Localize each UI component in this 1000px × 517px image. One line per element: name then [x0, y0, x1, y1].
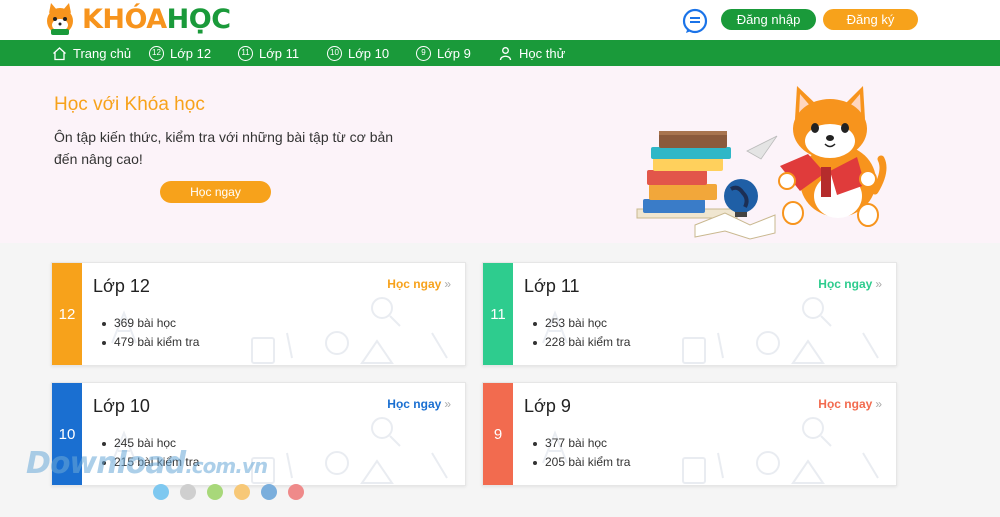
card-title: Lớp 11 [524, 276, 580, 296]
grade-card-12[interactable]: 12 Lớp 12 Học ngay» 369 bài học 479 bài … [51, 262, 466, 366]
nav-item-grade-9[interactable]: 9 Lớp 9 [416, 40, 471, 66]
double-chevron-right-icon: » [444, 397, 451, 411]
double-chevron-right-icon: » [875, 277, 882, 291]
dot [153, 484, 169, 500]
hero-description: Ôn tập kiến thức, kiểm tra với những bài… [54, 129, 394, 167]
double-chevron-right-icon: » [875, 397, 882, 411]
card-start-link[interactable]: Học ngay» [818, 397, 882, 411]
grade-12-icon: 12 [149, 45, 164, 61]
nav-item-home[interactable]: Trang chủ [52, 40, 131, 66]
card-start-link[interactable]: Học ngay» [818, 277, 882, 291]
dot [234, 484, 250, 500]
download-watermark: Download.com.vn [26, 446, 268, 481]
nav-label: Học thử [519, 45, 566, 61]
grade-card-9[interactable]: 9 Lớp 9 Học ngay» 377 bài học 205 bài ki… [482, 382, 897, 486]
lesson-count: 253 bài học [531, 314, 630, 333]
watermark-dots [153, 484, 304, 500]
grade-10-icon: 10 [327, 45, 342, 61]
user-icon [499, 46, 512, 60]
logo-text-hoc: HỌC [166, 3, 231, 35]
card-link-label: Học ngay [818, 397, 873, 411]
logo[interactable]: KHÓAHỌC [42, 1, 231, 37]
card-start-link[interactable]: Học ngay» [387, 277, 451, 291]
test-count: 228 bài kiểm tra [531, 333, 630, 352]
nav-item-grade-12[interactable]: 12 Lớp 12 [149, 40, 211, 66]
logo-text: KHÓAHỌC [82, 4, 231, 35]
chat-icon[interactable] [682, 8, 708, 34]
watermark-main: Download [26, 446, 186, 481]
card-title: Lớp 9 [524, 396, 571, 416]
fox-mascot-icon [47, 3, 73, 35]
nav-label: Lớp 9 [437, 45, 471, 61]
card-stats: 377 bài học 205 bài kiểm tra [531, 434, 630, 472]
card-link-label: Học ngay [818, 277, 873, 291]
dot [180, 484, 196, 500]
card-title: Lớp 12 [93, 276, 150, 296]
logo-text-khoa: KHÓA [82, 3, 167, 35]
watermark-sub: .com.vn [185, 454, 268, 478]
card-start-link[interactable]: Học ngay» [387, 397, 451, 411]
grade-11-icon: 11 [238, 45, 253, 61]
test-count: 479 bài kiểm tra [100, 333, 199, 352]
lesson-count: 377 bài học [531, 434, 630, 453]
header: KHÓAHỌC Đăng nhập Đăng ký [0, 0, 1000, 40]
dot [261, 484, 277, 500]
card-stats: 369 bài học 479 bài kiểm tra [100, 314, 199, 352]
nav-label: Trang chủ [73, 45, 132, 61]
nav-label: Lớp 12 [170, 45, 212, 61]
double-chevron-right-icon: » [444, 277, 451, 291]
grade-strip: 11 [483, 263, 513, 365]
grade-9-icon: 9 [416, 45, 431, 61]
card-link-label: Học ngay [387, 397, 442, 411]
lesson-count: 369 bài học [100, 314, 199, 333]
books-fox-illustration [636, 86, 887, 240]
card-title: Lớp 10 [93, 396, 150, 416]
card-stats: 253 bài học 228 bài kiểm tra [531, 314, 630, 352]
nav-label: Lớp 10 [348, 45, 390, 61]
register-button[interactable]: Đăng ký [823, 9, 918, 30]
home-icon [53, 46, 66, 60]
nav-item-grade-10[interactable]: 10 Lớp 10 [327, 40, 389, 66]
nav-label: Lớp 11 [259, 45, 300, 61]
nav-item-trial[interactable]: Học thử [498, 40, 565, 66]
grade-strip: 12 [52, 263, 82, 365]
grade-card-11[interactable]: 11 Lớp 11 Học ngay» 253 bài học 228 bài … [482, 262, 897, 366]
grade-strip: 9 [483, 383, 513, 485]
dot [207, 484, 223, 500]
dot [288, 484, 304, 500]
main-nav: Trang chủ 12 Lớp 12 11 Lớp 11 10 Lớp 10 … [0, 40, 1000, 66]
hero-title: Học với Khóa học [54, 94, 205, 115]
login-button[interactable]: Đăng nhập [721, 9, 816, 30]
nav-item-grade-11[interactable]: 11 Lớp 11 [238, 40, 299, 66]
card-link-label: Học ngay [387, 277, 442, 291]
hero-start-button[interactable]: Học ngay [160, 181, 271, 203]
test-count: 205 bài kiểm tra [531, 453, 630, 472]
hero-banner: Học với Khóa học Ôn tập kiến thức, kiểm … [0, 66, 1000, 243]
